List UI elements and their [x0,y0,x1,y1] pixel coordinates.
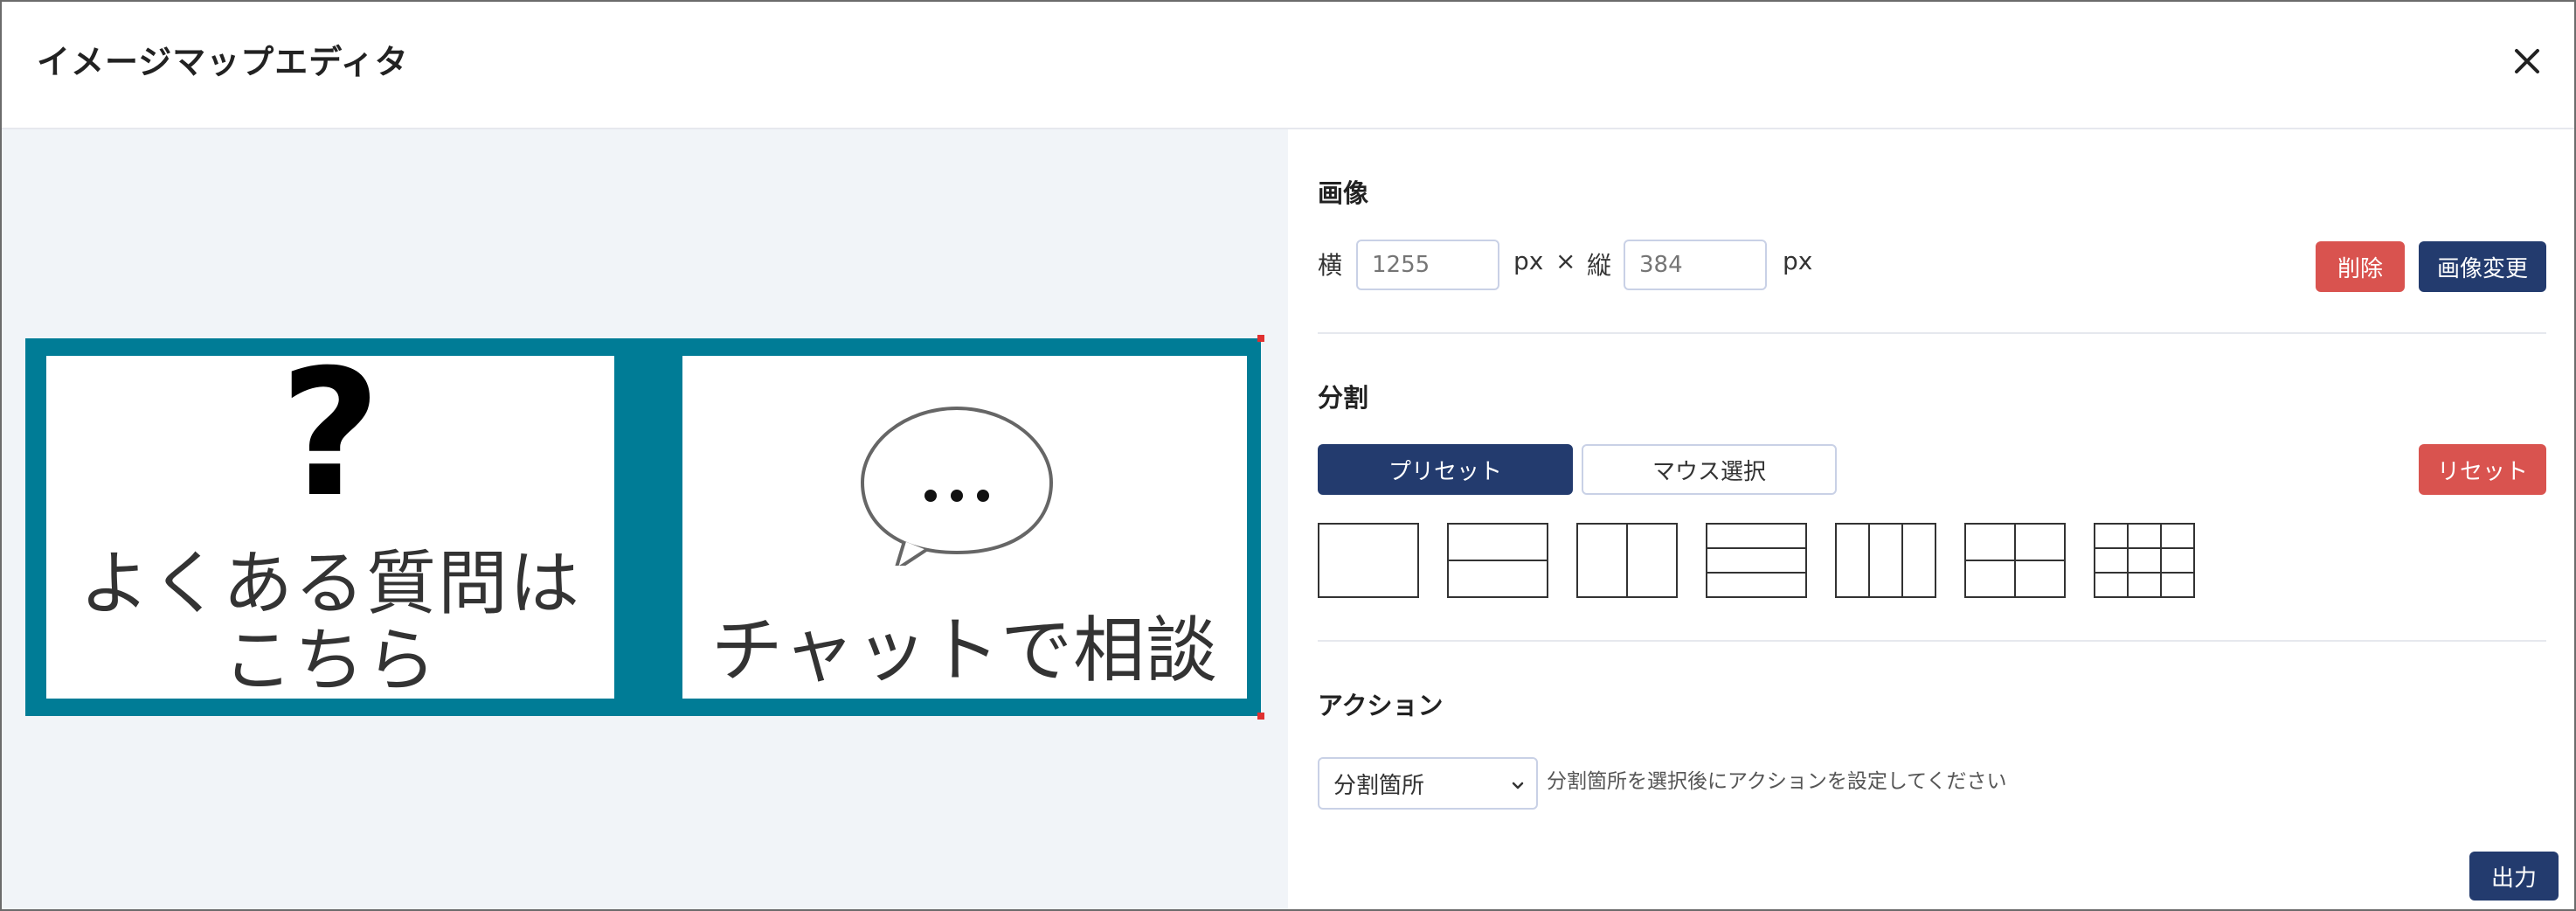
preset-2x2-grid-icon[interactable] [1964,523,2066,598]
selection-corner-bottom-right [1257,713,1264,720]
preview-panel-faq: ? よくある質問は こちら [46,347,614,701]
width-label: 横 [1318,251,1343,280]
height-label: 縦 [1587,251,1612,280]
delete-image-button[interactable]: 削除 [2316,241,2405,292]
preset-3-cols-icon[interactable] [1835,523,1936,598]
split-area-select-value: 分割箇所 [1333,772,1425,799]
change-image-button[interactable]: 画像変更 [2419,241,2546,292]
action-hint-text: 分割箇所を選択後にアクションを設定してください [1547,770,2007,793]
close-icon [2515,49,2539,73]
image-section-title: 画像 [1318,178,1369,208]
speech-bubble-icon [860,406,1054,566]
preset-3-rows-icon[interactable] [1706,523,1807,598]
split-section-title: 分割 [1318,383,1369,413]
height-unit: px [1783,247,1813,275]
image-preview-pane: ? よくある質問は こちら チャットで相談 [2,129,1288,909]
preset-2-rows-icon[interactable] [1447,523,1548,598]
width-input[interactable] [1356,240,1499,290]
mouse-select-tab-button[interactable]: マウス選択 [1582,444,1837,495]
selection-corner-top-right [1257,335,1264,342]
image-map-editor-modal: イメージマップエディタ ? よくある質問は こちら チャットで相談 画像 横 1… [0,0,2576,911]
modal-header: イメージマップエディタ [2,2,2574,129]
times-sign: × [1555,247,1576,275]
chevron-down-icon [1512,782,1524,789]
reset-button[interactable]: リセット [2419,444,2546,495]
split-area-select[interactable]: 分割箇所 [1318,757,1538,810]
faq-line-2: こちら [223,620,438,701]
width-unit: px [1513,247,1544,275]
preset-3x3-grid-icon[interactable] [2094,523,2195,598]
settings-pane: 画像 横 px × 縦 px 削除 画像変更 分割 プリセット マウス選択 リセ… [1290,129,2574,909]
height-input[interactable] [1624,240,1767,290]
imagemap-preview[interactable]: ? よくある質問は こちら チャットで相談 [25,335,1264,720]
output-button[interactable]: 出力 [2469,852,2559,901]
action-section-title: アクション [1318,691,1444,720]
chat-line-1: チャットで相談 [710,609,1219,692]
preset-1-full-icon[interactable] [1318,523,1419,598]
modal-title: イメージマップエディタ [37,43,409,81]
preset-tab-button[interactable]: プリセット [1318,444,1573,495]
question-mark-icon: ? [279,332,381,536]
divider-1 [1318,332,2546,334]
preset-2-cols-icon[interactable] [1576,523,1678,598]
close-button[interactable] [2503,37,2552,86]
divider-2 [1318,640,2546,642]
preview-panel-chat: チャットで相談 [682,356,1247,699]
